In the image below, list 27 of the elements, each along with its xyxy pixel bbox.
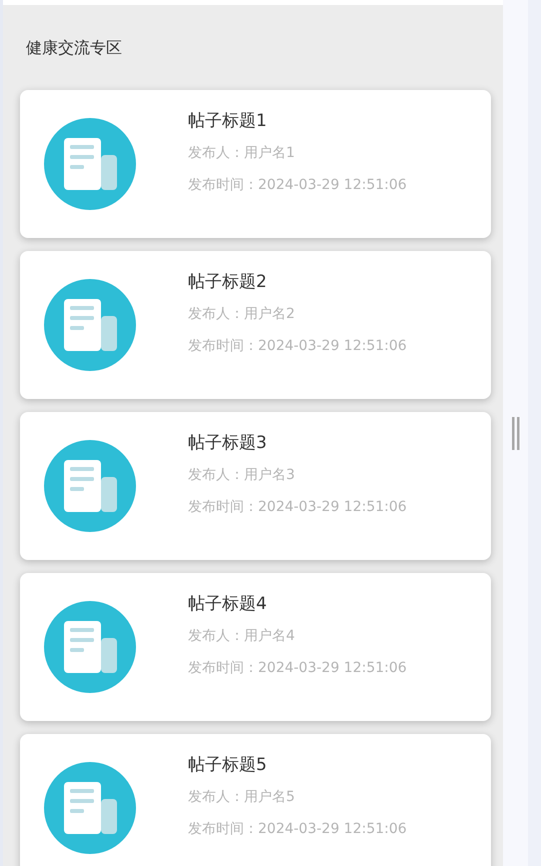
post-card[interactable]: 帖子标题4 发布人：用户名4 发布时间：2024-03-29 12:51:06	[20, 573, 491, 721]
post-time: 发布时间：2024-03-29 12:51:06	[188, 337, 407, 355]
post-author: 发布人：用户名3	[188, 466, 296, 484]
post-author: 发布人：用户名5	[188, 788, 296, 806]
post-title: 帖子标题3	[188, 432, 268, 454]
section-title: 健康交流专区	[26, 37, 122, 59]
post-time: 发布时间：2024-03-29 12:51:06	[188, 659, 407, 677]
post-title: 帖子标题1	[188, 110, 268, 132]
post-title: 帖子标题4	[188, 593, 268, 615]
post-author: 发布人：用户名1	[188, 144, 296, 162]
post-card[interactable]: 帖子标题3 发布人：用户名3 发布时间：2024-03-29 12:51:06	[20, 412, 491, 560]
post-title: 帖子标题5	[188, 754, 268, 776]
post-card[interactable]: 帖子标题2 发布人：用户名2 发布时间：2024-03-29 12:51:06	[20, 251, 491, 399]
resize-handle-icon[interactable]	[512, 416, 520, 450]
post-card[interactable]: 帖子标题5 发布人：用户名5 发布时间：2024-03-29 12:51:06	[20, 734, 491, 866]
post-card[interactable]: 帖子标题1 发布人：用户名1 发布时间：2024-03-29 12:51:06	[20, 90, 491, 238]
post-author: 发布人：用户名2	[188, 305, 296, 323]
post-author: 发布人：用户名4	[188, 627, 296, 645]
document-icon	[44, 440, 136, 532]
document-icon	[44, 118, 136, 210]
post-title: 帖子标题2	[188, 271, 268, 293]
document-icon	[44, 601, 136, 693]
document-icon	[44, 762, 136, 854]
post-time: 发布时间：2024-03-29 12:51:06	[188, 176, 407, 194]
post-time: 发布时间：2024-03-29 12:51:06	[188, 498, 407, 516]
document-icon	[44, 279, 136, 371]
post-time: 发布时间：2024-03-29 12:51:06	[188, 820, 407, 838]
